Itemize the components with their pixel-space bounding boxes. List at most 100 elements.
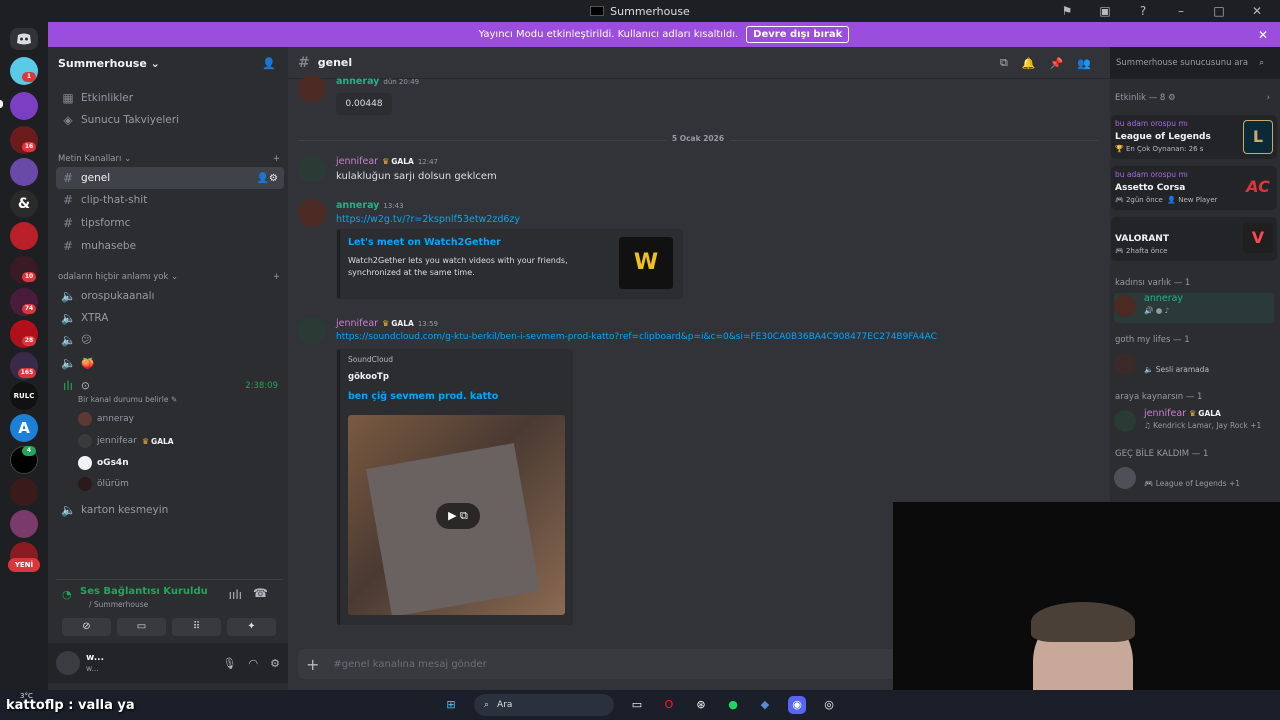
member-list-icon[interactable]: 👥	[1077, 57, 1091, 70]
message-link[interactable]: https://soundcloud.com/g-ktu-berkil/ben-…	[336, 332, 937, 342]
voice-channel-karton[interactable]: 🔈 karton kesmeyin	[56, 499, 284, 521]
activity-card-lol[interactable]: bu adam orospu mı League of Legends 🏆 En…	[1111, 115, 1277, 159]
inbox-icon[interactable]: ⚑	[1058, 4, 1076, 18]
channel-genel[interactable]: # genel 👤⚙	[56, 167, 284, 189]
noise-suppression-icon[interactable]: ıılı	[229, 588, 242, 602]
voice-user-ogs4n[interactable]: oGs4n	[78, 456, 129, 470]
server-header[interactable]: Summerhouse ⌄ 👤	[48, 47, 288, 79]
task-view-icon[interactable]: ▭	[628, 696, 646, 714]
server-icon-purple[interactable]	[10, 92, 38, 120]
add-channel-icon[interactable]: +	[273, 154, 280, 164]
avatar[interactable]	[56, 651, 80, 675]
close-window-icon[interactable]: ✕	[1248, 4, 1266, 18]
server-icon-ampersand[interactable]: &	[10, 190, 38, 218]
message-author[interactable]: jennifear	[336, 318, 378, 329]
activities-button[interactable]: ⠿	[172, 618, 221, 636]
obs-icon[interactable]: ◎	[820, 696, 838, 714]
voice-user-olurum[interactable]: ölürüm	[78, 477, 129, 491]
discord-taskbar-icon[interactable]: ◉	[788, 696, 806, 714]
steam-icon[interactable]: ⊛	[692, 696, 710, 714]
speaker-icon: 🔈	[61, 333, 76, 347]
threads-icon[interactable]: ⧉	[1000, 56, 1008, 70]
screen-icon[interactable]: ▣	[1096, 4, 1114, 18]
category-text-channels[interactable]: Metin Kanalları ⌄ +	[58, 154, 280, 164]
windows-start-icon[interactable]: ⊞	[442, 696, 460, 714]
server-icon-photo[interactable]	[10, 478, 38, 506]
voice-status[interactable]: Ses Bağlantısı Kuruldu	[80, 586, 208, 597]
add-channel-icon[interactable]: +	[273, 272, 280, 282]
detail-text: 2gün önce	[1125, 196, 1163, 204]
avatar[interactable]	[298, 317, 326, 345]
embed-title[interactable]: Let's meet on Watch2Gether	[348, 237, 501, 248]
channel-clip-that-shit[interactable]: # clip-that-shit	[56, 189, 284, 211]
server-icon-a[interactable]: A	[10, 414, 38, 442]
embed-author[interactable]: gökooTp	[348, 372, 389, 382]
message-author[interactable]: jennifear	[336, 156, 378, 167]
embed-title[interactable]: ben çiğ sevmem prod. katto	[348, 391, 498, 402]
headphones-icon[interactable]: ◠	[249, 657, 259, 670]
settings-gear-icon[interactable]: ⚙	[270, 657, 280, 670]
search-input[interactable]: Summerhouse sunucusunu ara ⌕	[1110, 54, 1270, 72]
message-link[interactable]: https://w2g.tv/?r=2kspnlf53etw2zd6zy	[336, 214, 520, 225]
play-button[interactable]: ▶ ⧉	[436, 503, 480, 529]
voice-channel-emoji2[interactable]: 🔈 🍑	[56, 352, 284, 374]
category-voice-channels[interactable]: odaların hiçbir anlamı yok ⌄ +	[58, 272, 280, 282]
pin-icon[interactable]: 📌	[1050, 57, 1064, 70]
server-icon-rulc[interactable]: RULC	[10, 382, 38, 410]
voice-user-anneray[interactable]: anneray	[78, 412, 134, 426]
close-banner-icon[interactable]: ✕	[1258, 28, 1268, 42]
chevron-right-icon[interactable]: ›	[1267, 93, 1270, 103]
minimize-icon[interactable]: –	[1172, 4, 1190, 18]
avatar[interactable]	[298, 75, 326, 103]
activity-detail: 🏆 En Çok Oynanan: 26 s	[1115, 145, 1204, 153]
avatar[interactable]	[298, 199, 326, 227]
help-icon[interactable]: ?	[1134, 4, 1152, 18]
voice-user-jennifear[interactable]: jennifear ♛ GALA	[78, 434, 174, 448]
activity-card-assetto[interactable]: bu adam orospu mı Assetto Corsa 🎮 2gün ö…	[1111, 166, 1277, 210]
sidebar-item-events[interactable]: ▦ Etkinlikler	[56, 87, 284, 109]
message-author[interactable]: anneray	[336, 76, 379, 87]
taskbar: ⊞ ⌕ Ara ▭ O ⊛ ● ◆ ◉ ◎	[0, 690, 1280, 720]
microphone-icon[interactable]: 🎙	[223, 657, 237, 670]
channel-tipsformc[interactable]: # tipsformc	[56, 212, 284, 234]
member-jennifear[interactable]: jennifear ♛ GALA ♫ Kendrick Lamar, Jay Ro…	[1114, 408, 1274, 438]
add-attachment-icon[interactable]: +	[306, 655, 319, 674]
disconnect-icon[interactable]: ☎	[253, 586, 268, 600]
invite-settings-icons[interactable]: 👤⚙	[257, 173, 278, 184]
channel-muhasebe[interactable]: # muhasebe	[56, 235, 284, 257]
member-anneray[interactable]: anneray 🔊 ● ♪	[1114, 293, 1274, 323]
add-member-icon[interactable]: 👤	[262, 57, 276, 70]
taskbar-search[interactable]: ⌕ Ara	[474, 694, 614, 716]
server-icon-dnd[interactable]	[10, 222, 38, 250]
voice-channel-active[interactable]: ılı ⊙ 2:38:09	[56, 375, 284, 397]
server-icon-avatar[interactable]	[10, 510, 38, 538]
maximize-icon[interactable]: □	[1210, 4, 1228, 18]
channel-label: orospukaanalı	[81, 290, 155, 302]
server-search[interactable]: Summerhouse sunucusunu ara ⌕	[1110, 54, 1270, 72]
message-input[interactable]: #genel kanalına mesaj gönder	[333, 659, 486, 670]
tag-text: GALA	[391, 319, 414, 328]
spotify-icon[interactable]: ●	[724, 696, 742, 714]
avatar[interactable]	[298, 155, 326, 183]
member-gec[interactable]: 🎮 League of Legends +1	[1114, 465, 1274, 495]
message-author[interactable]: anneray	[336, 200, 379, 211]
embed-description: Watch2Gether lets you watch videos with …	[348, 256, 568, 265]
sidebar-item-boosts[interactable]: ◈ Sunucu Takviyeleri	[56, 109, 284, 131]
opera-icon[interactable]: O	[660, 696, 678, 714]
camera-off-button[interactable]: ⊘	[62, 618, 111, 636]
soundboard-button[interactable]: ✦	[227, 618, 276, 636]
notifications-bell-icon[interactable]: 🔔	[1022, 57, 1036, 70]
voice-channel-xtra[interactable]: 🔈 XTRA	[56, 307, 284, 329]
disable-streamer-mode-button[interactable]: Devre dışı bırak	[746, 26, 850, 43]
voice-channel-emoji1[interactable]: 🔈 😕	[56, 329, 284, 351]
screen-share-button[interactable]: ▭	[117, 618, 166, 636]
embed-thumbnail[interactable]: ▶ ⧉	[348, 415, 565, 615]
channel-status-prompt[interactable]: Bir kanal durumu belirle ✎	[78, 395, 177, 404]
voice-channel-orospukaanali[interactable]: 🔈 orospukaanalı	[56, 285, 284, 307]
member-goth[interactable]: 🔈 Sesli aramada	[1114, 351, 1274, 381]
activity-card-valorant[interactable]: VALORANT 🎮 2hafta önce V	[1111, 217, 1277, 261]
activity-header[interactable]: Etkinlik — 8 ⚙ ›	[1115, 93, 1270, 103]
app-icon[interactable]: ◆	[756, 696, 774, 714]
discord-home-icon[interactable]	[10, 28, 38, 50]
server-icon-cube[interactable]	[10, 158, 38, 186]
